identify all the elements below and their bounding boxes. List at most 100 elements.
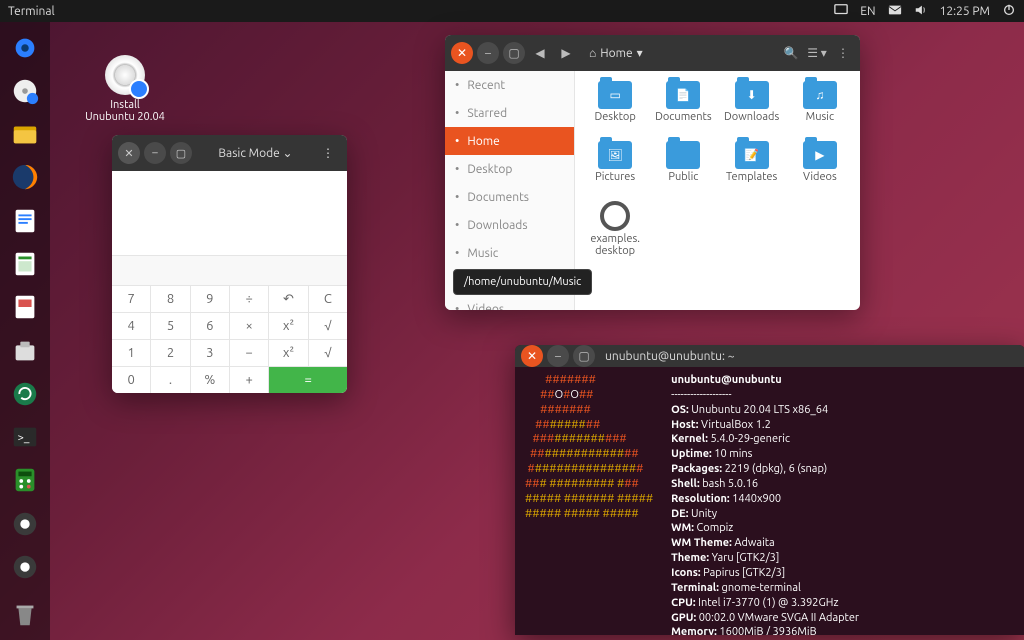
launcher-dock: >_ <box>0 22 50 640</box>
install-label-1: Install <box>80 99 170 111</box>
calc-key-0[interactable]: 0 <box>112 367 150 393</box>
dock-files[interactable] <box>5 115 45 154</box>
info-uptime: Uptime: 10 mins <box>671 447 927 462</box>
term-close-button[interactable]: ✕ <box>521 345 543 367</box>
files-icon-grid: ▭Desktop📄Documents⬇Downloads♫Music 🖼Pictu… <box>575 71 860 310</box>
sidebar-item-music[interactable]: •Music <box>445 239 574 267</box>
file-item-documents[interactable]: 📄Documents <box>649 81 717 139</box>
calc-key-undo[interactable]: ↶ <box>269 286 307 312</box>
calc-key-1[interactable]: 1 <box>112 340 150 366</box>
file-item-examples-desktop[interactable]: examples. desktop <box>581 201 649 259</box>
files-pathbar[interactable]: ⌂ Home ▾ <box>581 46 651 60</box>
volume-indicator-icon[interactable] <box>914 3 928 20</box>
calc-key-8[interactable]: 8 <box>151 286 189 312</box>
file-item-public[interactable]: Public <box>649 141 717 199</box>
dock-writer[interactable] <box>5 201 45 240</box>
calc-key-sqrt[interactable]: √ <box>309 313 347 339</box>
dock-terminal[interactable]: >_ <box>5 418 45 457</box>
calc-key-7[interactable]: 7 <box>112 286 150 312</box>
files-back-button[interactable]: ◀ <box>529 42 551 64</box>
calc-key-sub[interactable]: − <box>230 340 268 366</box>
term-minimize-button[interactable]: – <box>547 345 569 367</box>
sidebar-item-home[interactable]: •Home <box>445 127 574 155</box>
file-item-desktop[interactable]: ▭Desktop <box>581 81 649 139</box>
calc-minimize-button[interactable]: – <box>144 142 166 164</box>
calc-key-dot[interactable]: . <box>151 367 189 393</box>
dock-calculator[interactable] <box>5 461 45 500</box>
sidebar-item-starred[interactable]: •Starred <box>445 99 574 127</box>
calc-maximize-button[interactable]: ▢ <box>170 142 192 164</box>
calc-key-sq2[interactable]: x² <box>269 340 307 366</box>
calc-key-div[interactable]: ÷ <box>230 286 268 312</box>
info-cpu: CPU: Intel i7-3770 (1) @ 3.392GHz <box>671 596 927 611</box>
calc-key-6[interactable]: 6 <box>191 313 229 339</box>
info-packages: Packages: 2219 (dpkg), 6 (snap) <box>671 462 927 477</box>
calc-key-9[interactable]: 9 <box>191 286 229 312</box>
file-item-downloads[interactable]: ⬇Downloads <box>718 81 786 139</box>
terminal-window: ✕ – ▢ unubuntu@unubuntu: ~ ####### ##O#O… <box>515 345 1024 635</box>
file-item-music[interactable]: ♫Music <box>786 81 854 139</box>
mail-indicator-icon[interactable] <box>888 3 902 20</box>
info-gpu: GPU: 00:02.0 VMware SVGA II Adapter <box>671 611 927 626</box>
dock-app-1[interactable] <box>5 504 45 543</box>
calc-key-pct[interactable]: % <box>191 367 229 393</box>
dock-impress[interactable] <box>5 288 45 327</box>
calc-key-3[interactable]: 3 <box>191 340 229 366</box>
calc-history-bar[interactable] <box>112 256 347 286</box>
files-menu-button[interactable]: ⋮ <box>832 42 854 64</box>
files-close-button[interactable]: ✕ <box>451 42 473 64</box>
terminal-body[interactable]: ####### ##O#O## ####### ######### ######… <box>515 367 1024 635</box>
dock-software[interactable] <box>5 331 45 370</box>
calc-menu-button[interactable]: ⋮ <box>315 140 341 166</box>
clock[interactable]: 12:25 PM <box>940 5 990 18</box>
folder-icon: ♫ <box>803 81 837 109</box>
files-minimize-button[interactable]: – <box>477 42 499 64</box>
files-view-button[interactable]: ☰ ▾ <box>806 42 828 64</box>
files-maximize-button[interactable]: ▢ <box>503 42 525 64</box>
term-maximize-button[interactable]: ▢ <box>573 345 595 367</box>
dock-calc-app[interactable] <box>5 244 45 283</box>
files-forward-button[interactable]: ▶ <box>555 42 577 64</box>
calc-keypad: 7 8 9 ÷ ↶ C 4 5 6 × x² √ 1 2 3 − x² √ 0 … <box>112 286 347 393</box>
info-os: OS: Unubuntu 20.04 LTS x86_64 <box>671 403 927 418</box>
files-search-button[interactable]: 🔍 <box>780 42 802 64</box>
calculator-window: ✕ – ▢ Basic Mode ⌄ ⋮ 7 8 9 ÷ ↶ C 4 5 6 ×… <box>112 135 347 393</box>
calc-mode-switcher[interactable]: Basic Mode ⌄ <box>196 146 315 160</box>
download-icon: • <box>455 219 459 232</box>
dock-trash[interactable] <box>5 595 45 634</box>
calc-key-sq[interactable]: x² <box>269 313 307 339</box>
calc-key-mul[interactable]: × <box>230 313 268 339</box>
file-item-pictures[interactable]: 🖼Pictures <box>581 141 649 199</box>
sidebar-item-videos[interactable]: •Videos <box>445 295 574 310</box>
calc-key-4[interactable]: 4 <box>112 313 150 339</box>
home-icon: • <box>455 135 459 148</box>
calc-key-sqrt2[interactable]: √ <box>309 340 347 366</box>
file-item-templates[interactable]: 📝Templates <box>718 141 786 199</box>
calc-key-eq[interactable]: = <box>269 367 347 393</box>
sidebar-item-documents[interactable]: •Documents <box>445 183 574 211</box>
sidebar-item-downloads[interactable]: •Downloads <box>445 211 574 239</box>
desktop-icon: • <box>455 163 459 176</box>
files-sidebar: •Recent•Starred•Home•Desktop•Documents•D… <box>445 71 575 310</box>
terminal-title: unubuntu@unubuntu: ~ <box>605 350 735 363</box>
file-item-videos[interactable]: ▶Videos <box>786 141 854 199</box>
dock-installer[interactable] <box>5 71 45 110</box>
calc-key-2[interactable]: 2 <box>151 340 189 366</box>
calc-key-5[interactable]: 5 <box>151 313 189 339</box>
display-indicator-icon[interactable] <box>834 3 848 20</box>
dock-firefox[interactable] <box>5 158 45 197</box>
path-tooltip: /home/unubuntu/Music <box>453 269 592 295</box>
desktop-install-icon[interactable]: Install Unubuntu 20.04 <box>80 55 170 123</box>
dock-app-2[interactable] <box>5 547 45 586</box>
power-icon[interactable] <box>1002 3 1016 20</box>
calc-close-button[interactable]: ✕ <box>118 142 140 164</box>
calc-key-add[interactable]: + <box>230 367 268 393</box>
info-wm: WM: Compiz <box>671 521 927 536</box>
dock-settings[interactable] <box>5 28 45 67</box>
sidebar-item-recent[interactable]: •Recent <box>445 71 574 99</box>
dock-updater[interactable] <box>5 374 45 413</box>
language-indicator[interactable]: EN <box>860 5 875 18</box>
info-de: DE: Unity <box>671 507 927 522</box>
calc-key-clear[interactable]: C <box>309 286 347 312</box>
sidebar-item-desktop[interactable]: •Desktop <box>445 155 574 183</box>
